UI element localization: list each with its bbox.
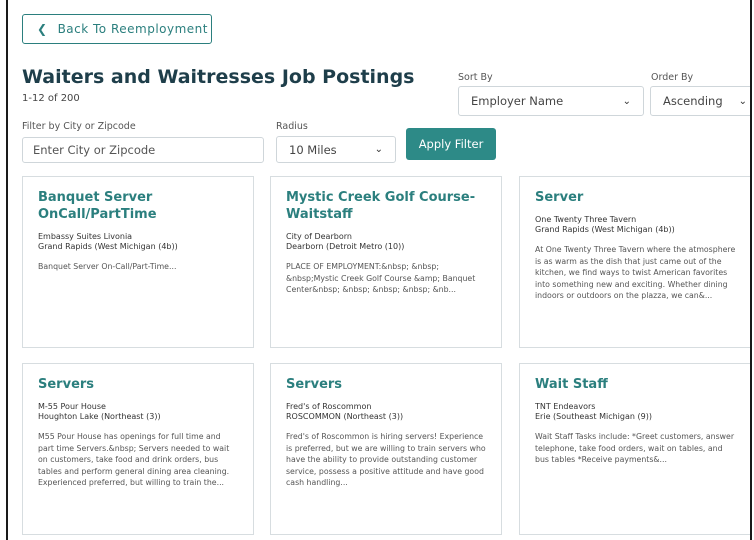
sort-by-select[interactable]: Employer Name ⌄ <box>458 86 644 116</box>
order-by-label: Order By <box>651 72 694 83</box>
page-title: Waiters and Waitresses Job Postings <box>22 66 415 88</box>
job-location: Dearborn (Detroit Metro (10)) <box>286 242 405 251</box>
job-title[interactable]: Wait Staff <box>535 376 736 393</box>
job-location: ROSCOMMON (Northeast (3)) <box>286 412 404 421</box>
chevron-down-icon: ⌄ <box>738 95 747 107</box>
chevron-down-icon: ⌄ <box>374 144 383 155</box>
job-description: Banquet Server On-Call/Part-Time... <box>38 262 177 271</box>
job-title[interactable]: Mystic Creek Golf Course- Waitstaff <box>286 189 487 223</box>
back-to-reemployment-button[interactable]: ❮ Back To Reemployment <box>22 14 212 44</box>
job-company: M-55 Pour House <box>38 402 106 411</box>
order-by-value: Ascending <box>663 94 723 108</box>
sort-by-label: Sort By <box>458 72 493 83</box>
chevron-left-icon: ❮ <box>37 22 48 36</box>
results-count: 1-12 of 200 <box>22 93 80 104</box>
job-card[interactable]: Wait Staff TNT Endeavors Erie (Southeast… <box>519 363 750 535</box>
radius-value: 10 Miles <box>289 142 337 157</box>
page-frame: ❮ Back To Reemployment Waiters and Waitr… <box>6 0 752 540</box>
job-description: At One Twenty Three Tavern where the atm… <box>535 245 736 300</box>
job-card[interactable]: Servers Fred's of Roscommon ROSCOMMON (N… <box>270 363 502 535</box>
job-company: One Twenty Three Tavern <box>535 215 637 224</box>
job-title[interactable]: Server <box>535 189 736 206</box>
job-title[interactable]: Banquet Server OnCall/PartTime <box>38 189 239 223</box>
job-card[interactable]: Servers M-55 Pour House Houghton Lake (N… <box>22 363 254 535</box>
apply-filter-button[interactable]: Apply Filter <box>406 128 496 160</box>
radius-label: Radius <box>276 121 308 132</box>
city-zipcode-input[interactable] <box>22 137 264 163</box>
job-description: PLACE OF EMPLOYMENT:&nbsp; &nbsp; &nbsp;… <box>286 262 476 294</box>
city-filter-label: Filter by City or Zipcode <box>22 121 136 132</box>
job-company: Fred's of Roscommon <box>286 402 372 411</box>
job-location: Houghton Lake (Northeast (3)) <box>38 412 161 421</box>
job-location: Grand Rapids (West Michigan (4b)) <box>535 225 675 234</box>
order-by-select[interactable]: Ascending ⌄ <box>650 86 750 116</box>
sort-by-value: Employer Name <box>471 94 564 108</box>
job-company: Embassy Suites Livonia <box>38 232 133 241</box>
job-card[interactable]: Server One Twenty Three Tavern Grand Rap… <box>519 176 750 348</box>
job-description: M55 Pour House has openings for full tim… <box>38 432 230 487</box>
job-company: City of Dearborn <box>286 232 352 241</box>
chevron-down-icon: ⌄ <box>622 95 631 107</box>
radius-select[interactable]: 10 Miles ⌄ <box>276 136 396 163</box>
job-description: Fred's of Roscommon is hiring servers! E… <box>286 432 486 487</box>
job-card[interactable]: Banquet Server OnCall/PartTime Embassy S… <box>22 176 254 348</box>
job-card[interactable]: Mystic Creek Golf Course- Waitstaff City… <box>270 176 502 348</box>
job-location: Grand Rapids (West Michigan (4b)) <box>38 242 178 251</box>
job-description: Wait Staff Tasks include: *Greet custome… <box>535 432 735 464</box>
job-location: Erie (Southeast Michigan (9)) <box>535 412 652 421</box>
back-button-label: Back To Reemployment <box>57 22 208 36</box>
job-title[interactable]: Servers <box>38 376 239 393</box>
job-title[interactable]: Servers <box>286 376 487 393</box>
job-company: TNT Endeavors <box>535 402 596 411</box>
